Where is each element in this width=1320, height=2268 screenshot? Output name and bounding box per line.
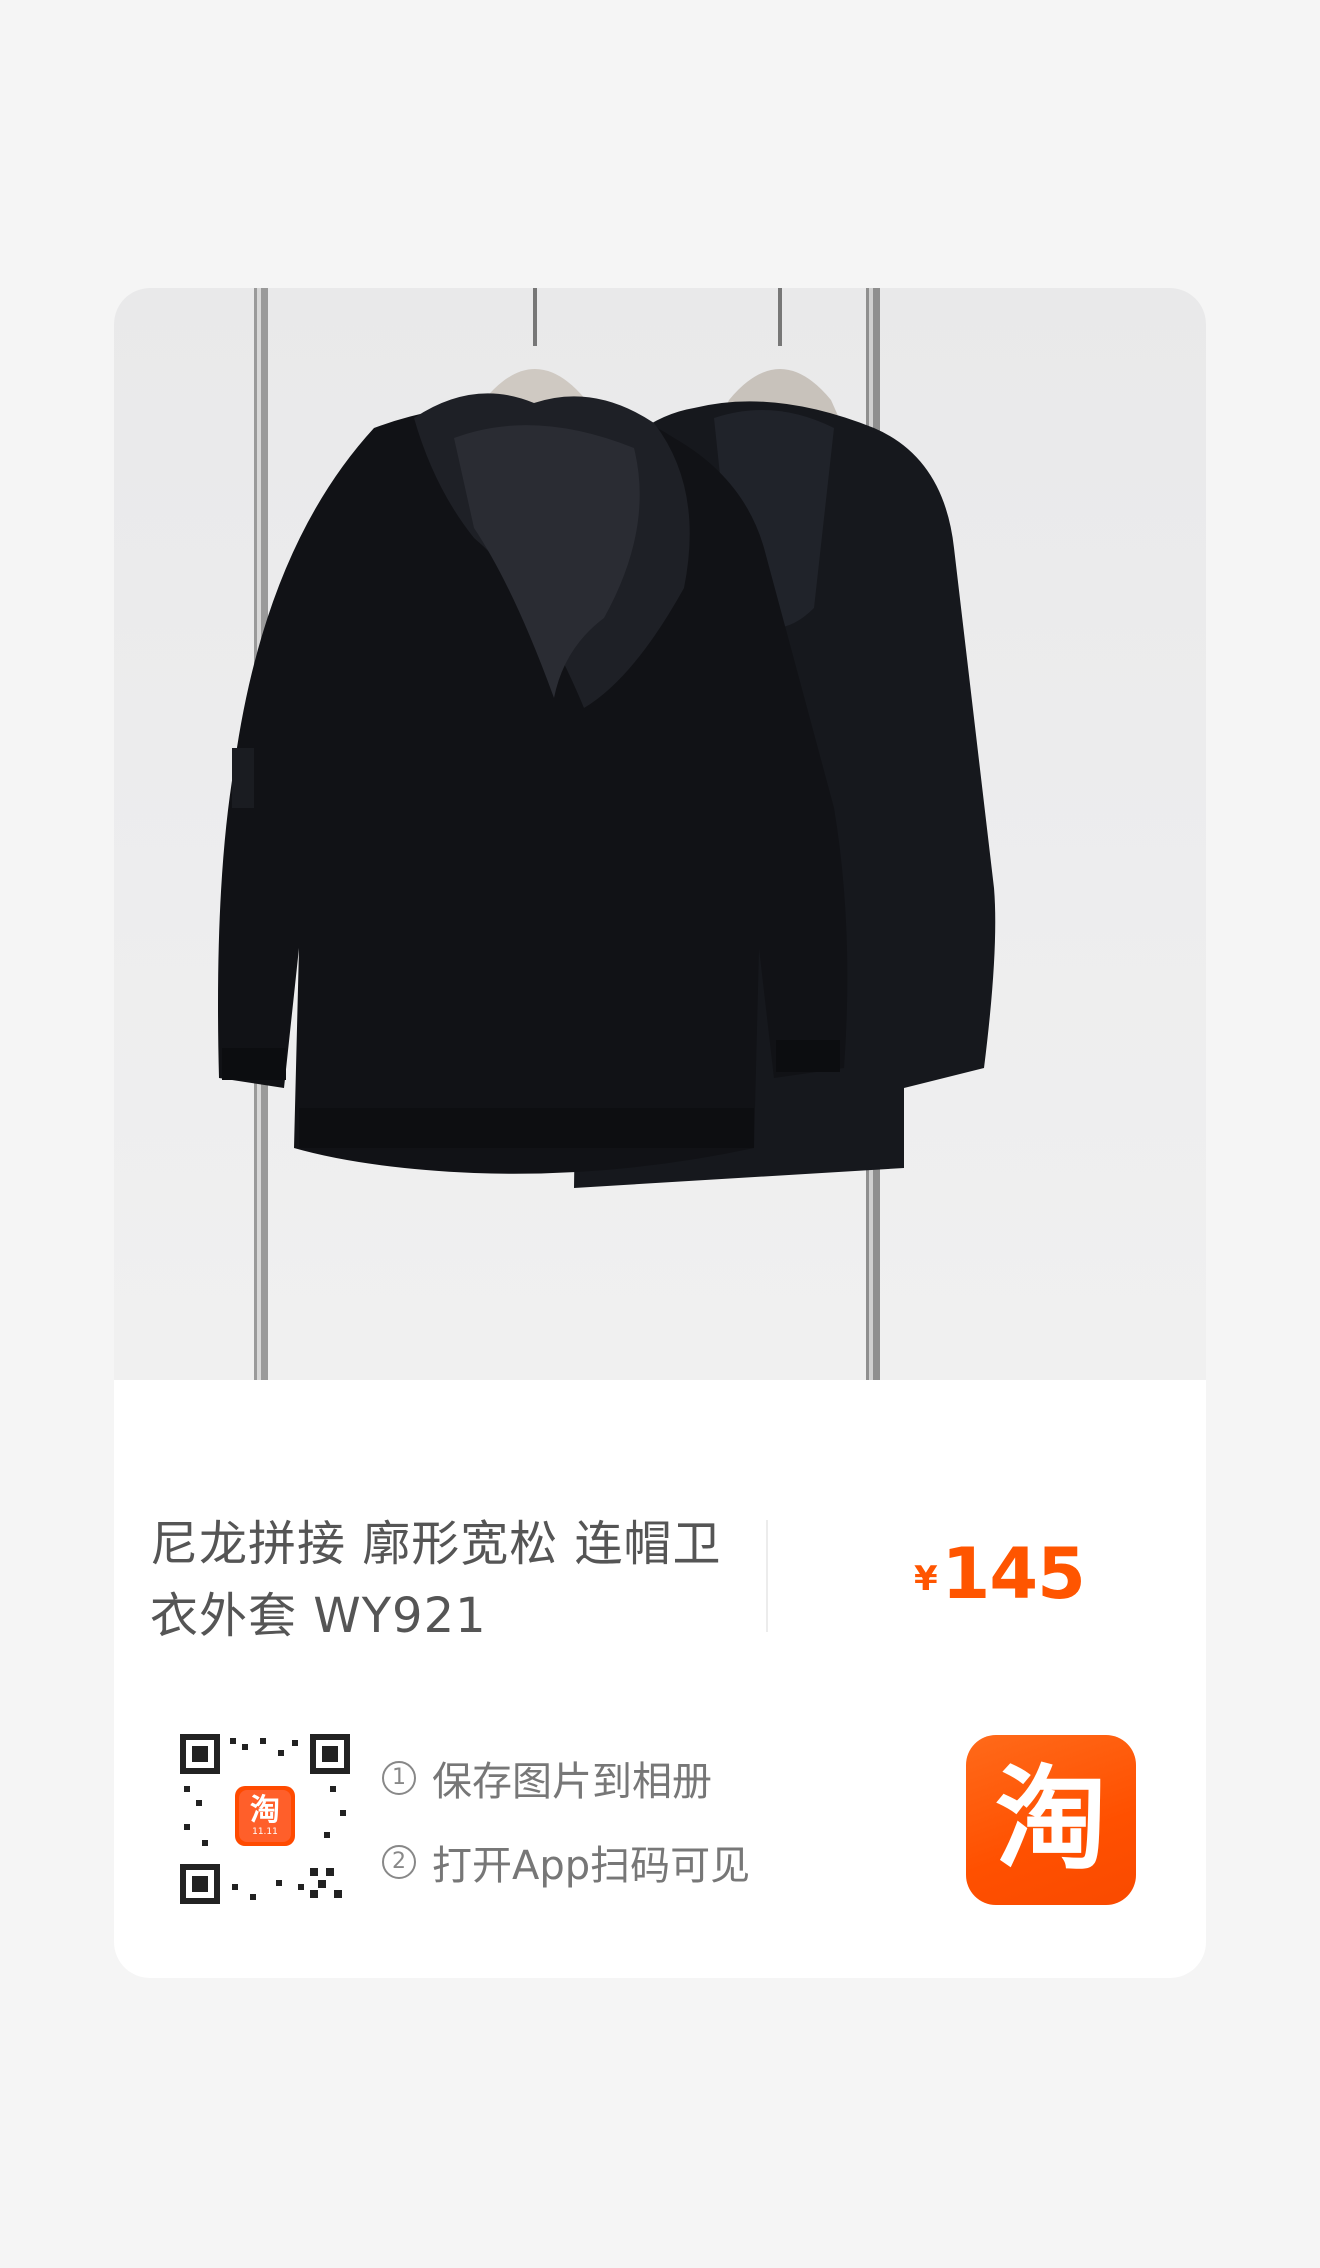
step-label-1: 保存图片到相册 [432, 1759, 712, 1805]
price-amount: 145 [941, 1533, 1086, 1615]
product-title[interactable]: 尼龙拼接 廓形宽松 连帽卫 衣外套 WY921 [150, 1508, 750, 1652]
step-number-1: 1 [382, 1761, 416, 1795]
qr-center-logo: 淘 11.11 [235, 1786, 295, 1846]
taobao-logo-text: 淘 [995, 1755, 1107, 1885]
instruction-step-2: 2 打开App扫码可见 [382, 1820, 750, 1904]
instruction-step-1: 1 保存图片到相册 [382, 1736, 750, 1820]
qr-center-logo-sub: 11.11 [252, 1826, 278, 1837]
step-number-2: 2 [382, 1845, 416, 1879]
qr-center-logo-text: 淘 [250, 1792, 280, 1828]
divider [766, 1520, 768, 1632]
product-title-line1: 尼龙拼接 廓形宽松 连帽卫 [150, 1516, 722, 1572]
product-image[interactable] [114, 288, 1206, 1380]
share-card: 尼龙拼接 廓形宽松 连帽卫 衣外套 WY921 ¥145 淘 11.11 1 保… [114, 288, 1206, 1978]
currency-symbol: ¥ [914, 1559, 938, 1599]
taobao-app-icon[interactable]: 淘 [966, 1735, 1136, 1905]
price: ¥145 [914, 1533, 1086, 1615]
instructions: 1 保存图片到相册 2 打开App扫码可见 [382, 1736, 750, 1904]
step-label-2: 打开App扫码可见 [432, 1843, 751, 1889]
qr-code[interactable]: 淘 11.11 [180, 1734, 350, 1904]
product-title-line2: 衣外套 WY921 [150, 1588, 487, 1644]
hoodie-photo [218, 288, 996, 1380]
